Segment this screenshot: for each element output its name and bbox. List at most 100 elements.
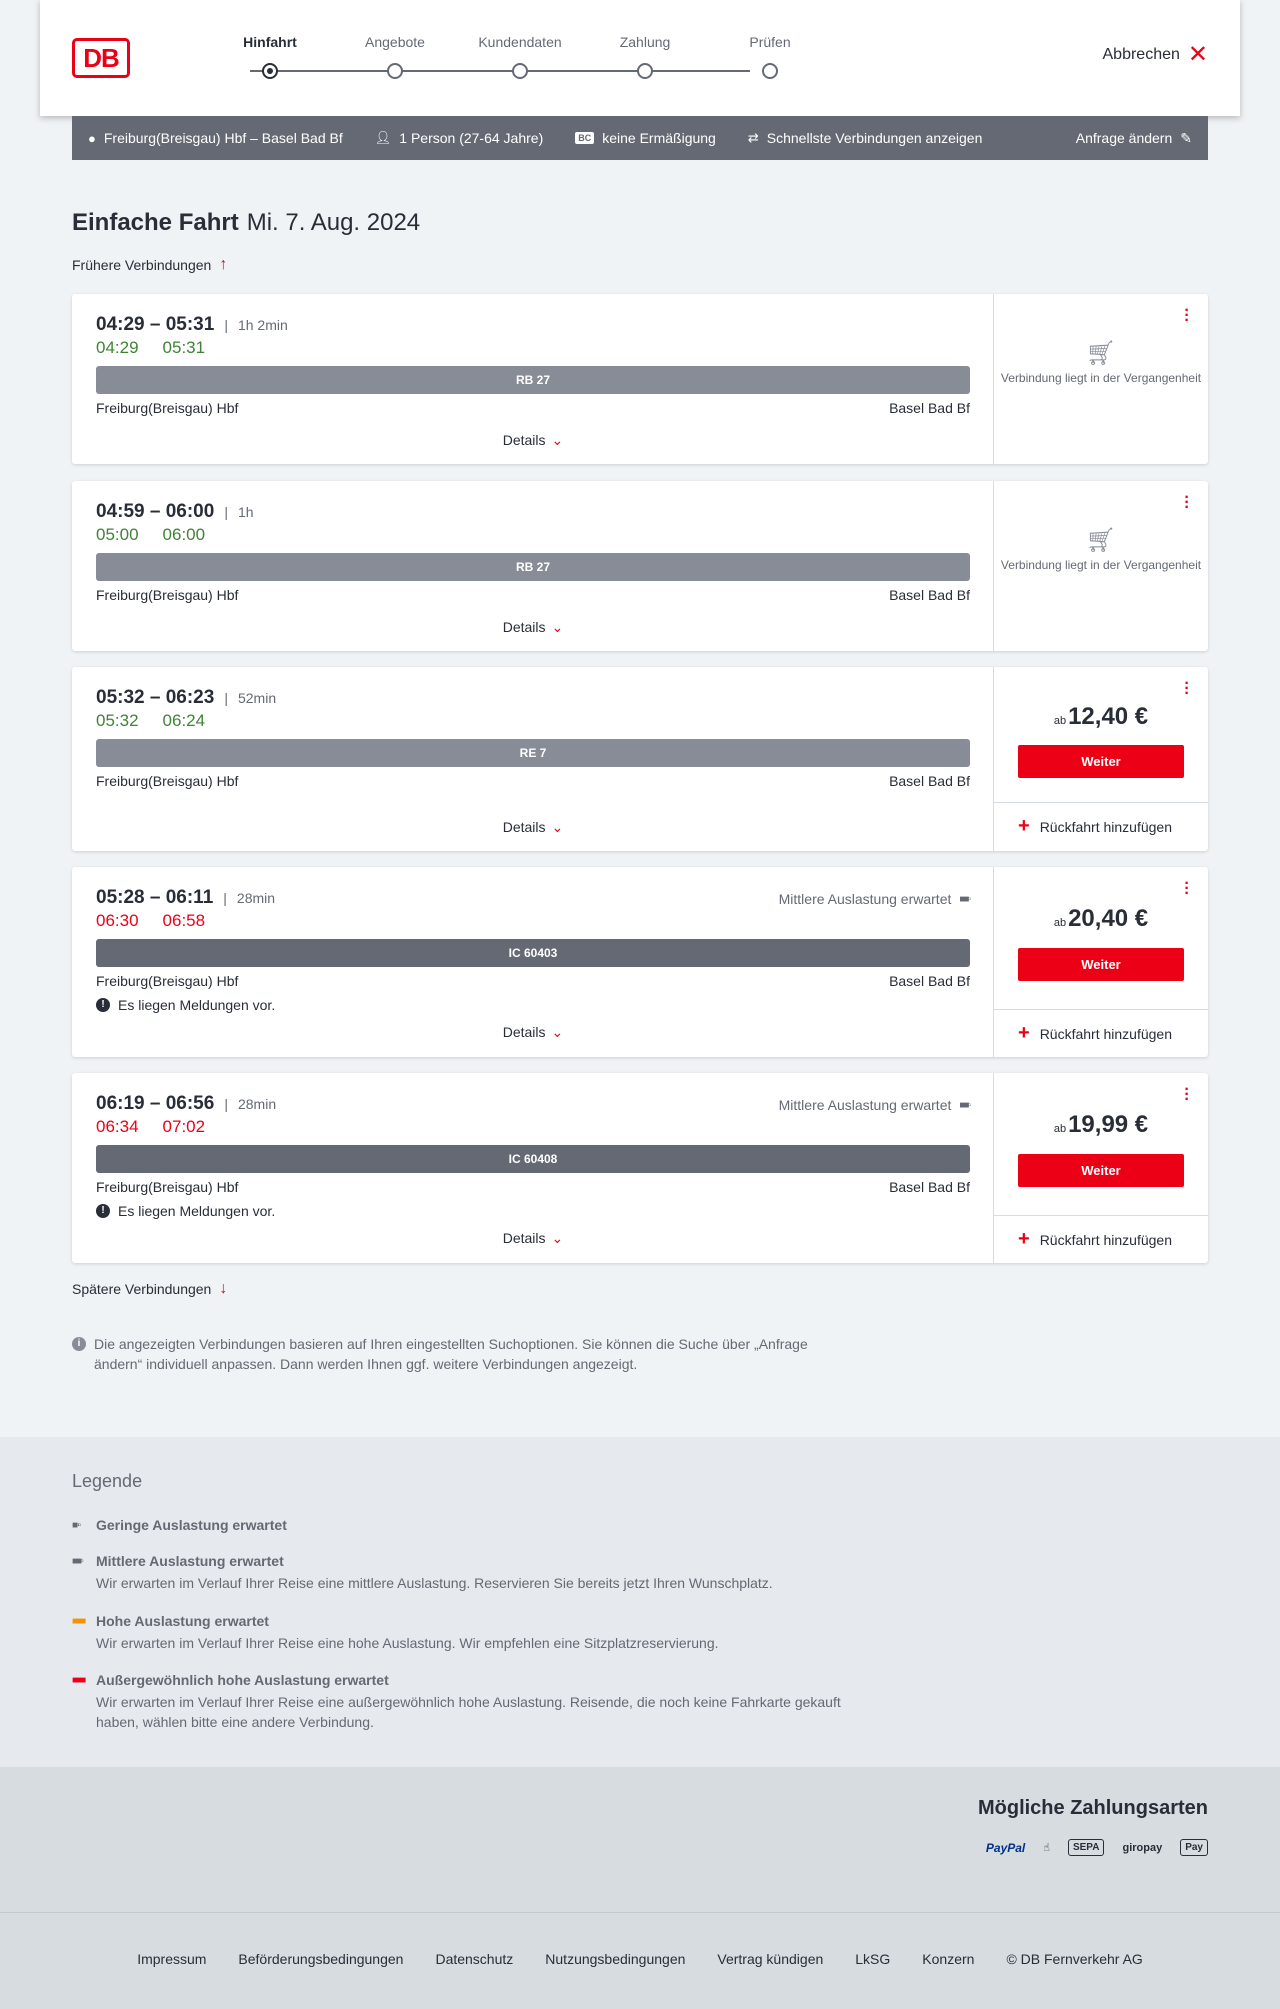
add-return-button[interactable]: + Rückfahrt hinzufügen: [994, 1009, 1208, 1057]
continue-button[interactable]: Weiter: [1018, 948, 1184, 981]
occupancy-high-icon: ■■■: [72, 1615, 86, 1627]
planned-times: 06:19 – 06:56: [96, 1093, 215, 1114]
train-bar: RB 27: [96, 366, 970, 394]
trip-date: Mi. 7. Aug. 2024: [246, 209, 421, 236]
stations: Freiburg(Breisgau) Hbf Basel Bad Bf: [96, 773, 970, 789]
realtime-arrival: 06:24: [162, 711, 206, 730]
plus-icon: +: [1018, 815, 1030, 837]
continue-button[interactable]: Weiter: [1018, 745, 1184, 778]
offer-panel: · · · ab19,99 € Weiter + Rückfahrt hinzufüg…: [994, 1073, 1208, 1263]
duration: 28min: [237, 1096, 277, 1112]
details-toggle[interactable]: Details ⌄: [72, 819, 994, 836]
legend-title: Legende: [72, 1471, 143, 1491]
legend-item-description: Wir erwarten im Verlauf Ihrer Reise eine…: [96, 1575, 773, 1591]
realtime-departure: 05:00: [96, 525, 139, 544]
schedule-times: 04:29 – 05:31 | 1h 2min: [96, 314, 288, 336]
details-label: Details: [502, 819, 546, 835]
duration: 52min: [237, 690, 277, 706]
chevron-down-icon: ⌄: [551, 619, 564, 635]
step-label: Kundendaten: [478, 34, 562, 50]
stations: Freiburg(Breisgau) Hbf Basel Bad Bf: [96, 400, 970, 416]
info-icon: i: [72, 1337, 86, 1351]
separator: |: [224, 317, 228, 333]
more-options-icon[interactable]: · · ·: [1182, 490, 1192, 516]
continue-button[interactable]: Weiter: [1018, 1154, 1184, 1187]
footer-link-lksg[interactable]: LkSG: [855, 1951, 890, 1967]
change-request-label: Anfrage ändern: [1075, 130, 1173, 146]
plus-icon: +: [1018, 1022, 1030, 1044]
past-connection-notice: 🛒︎ Verbindung liegt in der Vergangenheit: [994, 529, 1208, 573]
step-dot: [512, 63, 528, 79]
more-options-icon[interactable]: · · ·: [1182, 676, 1192, 702]
legend-item-header: ■■■ Außergewöhnlich hohe Auslastung erwar…: [72, 1672, 872, 1688]
footer-link-datenschutz[interactable]: Datenschutz: [435, 1951, 513, 1967]
details-toggle[interactable]: Details ⌄: [72, 432, 994, 449]
passenger-summary: 👤︎ 1 Person (27-64 Jahre): [375, 130, 543, 146]
planned-times: 05:32 – 06:23: [96, 687, 215, 708]
details-toggle[interactable]: Details ⌄: [72, 1230, 994, 1247]
footer-link-vertrag-kuendigen[interactable]: Vertrag kündigen: [717, 1951, 823, 1967]
realtime-times: 04:29 05:31: [96, 338, 205, 358]
footer-links: Impressum Beförderungsbedingungen Datens…: [0, 1951, 1280, 1967]
page-title: Einfache Fahrt Mi. 7. Aug. 2024: [72, 209, 420, 237]
destination-station: Basel Bad Bf: [889, 587, 970, 603]
separator: |: [224, 504, 228, 520]
connection-details: 04:29 – 05:31 | 1h 2min 04:29 05:31 RB 27 F…: [72, 294, 994, 464]
payment-methods-section: Mögliche Zahlungsarten PayPal ☝ SEPA gir…: [0, 1767, 1280, 1912]
step-dot: [262, 63, 278, 79]
footer-link-impressum[interactable]: Impressum: [137, 1951, 206, 1967]
chevron-down-icon: ⌄: [551, 819, 564, 835]
stations: Freiburg(Breisgau) Hbf Basel Bad Bf: [96, 587, 970, 603]
arrow-up-icon: ↑: [219, 256, 228, 273]
schedule-times: 05:28 – 06:11 | 28min: [96, 887, 275, 909]
connection-details: 05:32 – 06:23 | 52min 05:32 06:24 RE 7 Frei…: [72, 667, 994, 851]
schedule-times: 04:59 – 06:00 | 1h: [96, 501, 254, 523]
more-options-icon[interactable]: · · ·: [1182, 1082, 1192, 1108]
connection-card: 05:32 – 06:23 | 52min 05:32 06:24 RE 7 Frei…: [72, 667, 1208, 851]
destination-station: Basel Bad Bf: [889, 1179, 970, 1195]
origin-station: Freiburg(Breisgau) Hbf: [96, 400, 239, 416]
search-info-note: i Die angezeigten Verbindungen basieren a…: [72, 1334, 852, 1374]
giropay-icon: giropay: [1122, 1841, 1163, 1854]
offer-panel: · · · 🛒︎ Verbindung liegt in der Vergangenh…: [994, 481, 1208, 651]
earlier-connections-link[interactable]: Frühere Verbindungen ↑: [72, 256, 227, 274]
legend-item-description: Wir erwarten im Verlauf Ihrer Reise eine…: [96, 1694, 841, 1730]
chevron-down-icon: ⌄: [551, 1230, 564, 1246]
option-text: Schnellste Verbindungen anzeigen: [766, 130, 983, 146]
step-label: Prüfen: [749, 34, 791, 50]
later-connections-link[interactable]: Spätere Verbindungen ↓: [72, 1280, 227, 1298]
more-options-icon[interactable]: · · ·: [1182, 303, 1192, 329]
more-options-icon[interactable]: · · ·: [1182, 876, 1192, 902]
credit-card-icon: ☝: [1043, 1842, 1050, 1854]
price: ab12,40 €: [994, 703, 1208, 731]
cancel-button[interactable]: Abbrechen ✕: [1102, 43, 1209, 67]
footer-link-nutzungsbedingungen[interactable]: Nutzungsbedingungen: [545, 1951, 685, 1967]
details-toggle[interactable]: Details ⌄: [72, 1024, 994, 1041]
footer-link-befoerderungsbedingungen[interactable]: Beförderungsbedingungen: [238, 1951, 403, 1967]
footer-link-konzern[interactable]: Konzern: [922, 1951, 974, 1967]
disruption-notice: ! Es liegen Meldungen vor.: [96, 997, 275, 1013]
schedule-times: 05:32 – 06:23 | 52min: [96, 687, 276, 709]
add-return-button[interactable]: + Rückfahrt hinzufügen: [994, 802, 1208, 850]
notice-text: Es liegen Meldungen vor.: [118, 997, 276, 1013]
origin-station: Freiburg(Breisgau) Hbf: [96, 773, 239, 789]
cancel-label: Abbrechen: [1102, 46, 1180, 63]
occupancy-indicator: Mittlere Auslastung erwartet ■■▫: [779, 891, 971, 907]
change-request-button[interactable]: Anfrage ändern ✎: [1076, 130, 1192, 147]
details-toggle[interactable]: Details ⌄: [72, 619, 994, 636]
price: ab19,99 €: [994, 1111, 1208, 1139]
details-label: Details: [502, 1024, 546, 1040]
db-logo[interactable]: DB: [72, 38, 130, 78]
add-return-label: Rückfahrt hinzufügen: [1039, 1231, 1172, 1248]
header: DB Hinfahrt Angebote Kundendaten Zahlung…: [40, 0, 1240, 116]
step-kundendaten: Kundendaten: [460, 34, 580, 79]
add-return-button[interactable]: + Rückfahrt hinzufügen: [994, 1215, 1208, 1263]
price-value: 20,40 €: [1068, 905, 1149, 932]
duration: 1h 2min: [237, 317, 288, 333]
footer-copyright: © DB Fernverkehr AG: [1006, 1951, 1143, 1967]
train-bar: RE 7: [96, 739, 970, 767]
step-dot: [637, 63, 653, 79]
duration: 28min: [236, 890, 276, 906]
occupancy-medium-icon: ■■▫: [72, 1555, 84, 1567]
details-label: Details: [502, 432, 546, 448]
